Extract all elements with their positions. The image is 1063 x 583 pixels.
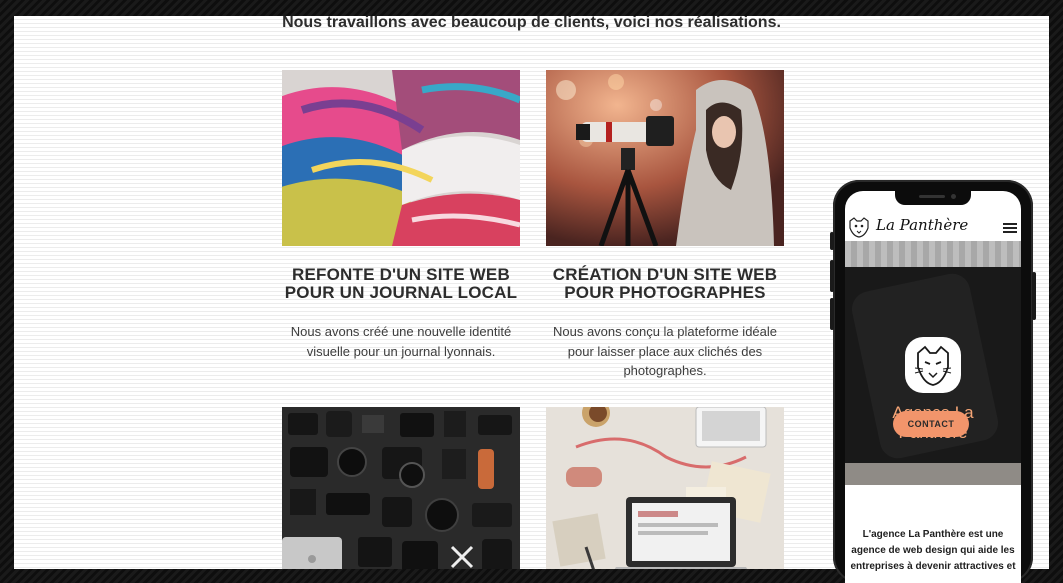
desc-line: photographes. [623,363,707,378]
contact-button[interactable]: CONTACT [893,411,969,437]
project-title[interactable]: REFONTE D'UN SITE WEB POUR UN JOURNAL LO… [282,266,520,302]
photographer-photo[interactable] [546,70,784,246]
mobile-intro-text: L'agence La Panthère est une agence de w… [845,527,1021,575]
phone-side-button [830,298,834,330]
project-description: Nous avons conçu la plateforme idéale po… [546,322,784,381]
project-title[interactable]: CRÉATION D'UN SITE WEB POUR PHOTOGRAPHES [546,266,784,302]
front-camera-icon [951,194,956,199]
speaker-icon [919,195,945,198]
magazines-photo[interactable] [282,70,520,246]
title-line: REFONTE D'UN SITE WEB [292,265,510,284]
mobile-preview: La Panthère Agence La Panthère CONTACT [830,180,1036,583]
desc-line: pour laisser place aux clichés des [567,343,763,359]
camera-gear-photo[interactable] [282,407,520,569]
phone-side-button [830,232,834,250]
hamburger-menu-icon[interactable] [1003,223,1017,233]
desc-line: Nous avons conçu la plateforme idéale [552,324,778,339]
mobile-brand-name[interactable]: La Panthère [876,216,968,234]
project-description: Nous avons créé une nouvelle identité vi… [282,322,520,361]
phone-side-button [1032,272,1036,320]
project-card-photographers: CRÉATION D'UN SITE WEB POUR PHOTOGRAPHES… [546,266,784,381]
hero-background-bottom [845,463,1021,485]
phone-notch [895,191,971,205]
hero-background-top [845,241,1021,267]
desc-line: visuelle pour un journal lyonnais. [306,343,496,359]
title-line: CRÉATION D'UN SITE WEB [552,265,778,284]
project-card-journal: REFONTE D'UN SITE WEB POUR UN JOURNAL LO… [282,266,520,361]
mobile-hero: Agence La Panthère [845,241,1021,485]
mobile-header: La Panthère [845,205,1021,241]
panther-badge-icon [905,337,961,393]
intro-text: Nous travaillons avec beaucoup de client… [282,16,781,31]
intro-line: agence de web design qui aide les [851,545,1015,556]
title-line: POUR UN JOURNAL LOCAL [284,283,518,302]
intro-line: entreprises à devenir attractives et [850,561,1016,572]
title-line: POUR PHOTOGRAPHES [564,283,766,302]
intro-line: L'agence La Panthère est une [862,529,1004,540]
workspace-photo[interactable] [546,407,784,569]
phone-screen: La Panthère Agence La Panthère CONTACT [845,191,1021,583]
panther-logo-icon[interactable] [847,216,871,238]
desc-line: Nous avons créé une nouvelle identité [290,324,512,339]
phone-side-button [830,260,834,292]
